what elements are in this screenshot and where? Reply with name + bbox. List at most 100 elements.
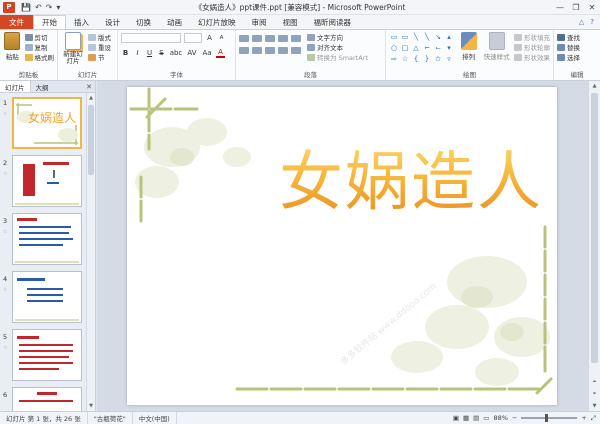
format-painter-button[interactable]: 格式刷 — [24, 52, 54, 62]
font-name-input[interactable] — [121, 33, 181, 43]
shape-fill-button[interactable]: 形状填充 — [514, 32, 550, 42]
connector-shape-icon[interactable]: ⌐ — [422, 43, 432, 53]
tab-view[interactable]: 视图 — [275, 15, 306, 29]
minimize-button[interactable]: — — [552, 0, 568, 14]
zoom-slider-knob[interactable] — [545, 414, 549, 422]
current-slide[interactable]: 女娲造人 多多软件站 www.ddooo.com — [127, 87, 557, 405]
zoom-level[interactable]: 88% — [493, 414, 507, 422]
cut-button[interactable]: 剪切 — [24, 32, 55, 42]
normal-view-icon[interactable]: ▣ — [453, 414, 459, 422]
zoom-in-icon[interactable]: + — [581, 414, 586, 422]
tab-animations[interactable]: 动画 — [159, 15, 190, 29]
reading-view-icon[interactable]: ▤ — [473, 414, 479, 422]
scroll-down-icon[interactable]: ▼ — [87, 401, 95, 411]
strikethrough-button[interactable]: S — [157, 49, 166, 57]
zoom-slider[interactable] — [521, 414, 578, 422]
tab-slideshow[interactable]: 幻灯片放映 — [190, 15, 244, 29]
section-button[interactable]: 节 — [88, 52, 111, 62]
shape-outline-button[interactable]: 形状轮廓 — [514, 42, 550, 52]
tab-slides-pane[interactable]: 幻灯片 — [0, 81, 31, 92]
tab-review[interactable]: 审阅 — [244, 15, 275, 29]
theme-status[interactable]: "古瓶荷花" — [88, 412, 133, 424]
columns-icon[interactable] — [291, 46, 301, 54]
more2-shape-icon[interactable]: ▾ — [444, 43, 454, 53]
tab-file[interactable]: 文件 — [0, 15, 33, 29]
text-direction-button[interactable]: 文字方向 — [307, 32, 368, 42]
slide-sorter-icon[interactable]: ▦ — [463, 414, 469, 422]
close-pane-icon[interactable]: ✕ — [83, 81, 95, 92]
slide-thumbnail[interactable] — [12, 329, 82, 381]
minimize-ribbon-icon[interactable]: △ — [579, 18, 584, 26]
select-button[interactable]: 选择 — [557, 52, 597, 62]
fit-slide-icon[interactable]: ⤢ — [591, 414, 596, 423]
slide-title[interactable]: 女娲造人 — [279, 131, 543, 223]
font-color-button[interactable]: A — [216, 48, 225, 58]
align-center-icon[interactable] — [252, 46, 262, 54]
star-shape-icon[interactable]: ☆ — [400, 54, 410, 64]
close-button[interactable]: ✕ — [584, 0, 600, 14]
char-spacing-button[interactable]: AV — [186, 49, 198, 57]
scroll-up-icon[interactable]: ▲ — [589, 81, 600, 91]
find-button[interactable]: 查找 — [557, 32, 597, 42]
save-icon[interactable]: 💾 — [21, 3, 31, 12]
shrink-font-icon[interactable]: A — [217, 35, 226, 41]
replace-button[interactable]: 替换 — [557, 42, 597, 52]
oval-shape-icon[interactable]: ○ — [389, 43, 399, 53]
help-icon[interactable]: ? — [590, 18, 594, 26]
line-spacing-icon[interactable] — [291, 34, 301, 42]
tab-home[interactable]: 开始 — [33, 15, 66, 29]
grow-font-icon[interactable]: A — [205, 34, 214, 42]
decrease-indent-icon[interactable] — [265, 34, 275, 42]
bullets-icon[interactable] — [239, 34, 249, 42]
powerpoint-app-icon[interactable]: P — [3, 1, 15, 13]
scroll-up-icon[interactable]: ▲ — [87, 93, 95, 103]
scroll-thumb[interactable] — [591, 93, 598, 363]
rectangle-alt-shape-icon[interactable]: ▭ — [400, 32, 410, 42]
change-case-button[interactable]: Aa — [201, 49, 213, 57]
rarrow-shape-icon[interactable]: ⇨ — [389, 54, 399, 64]
brace-shape-icon[interactable]: { — [411, 54, 421, 64]
slide-thumbnail[interactable] — [12, 271, 82, 323]
line2-shape-icon[interactable]: ╲ — [422, 32, 432, 42]
new-slide-button[interactable]: 新建幻灯片 — [61, 32, 85, 65]
next-slide-icon[interactable]: ⏷ — [589, 389, 600, 399]
star2-shape-icon[interactable]: ✩ — [433, 54, 443, 64]
shapes-gallery[interactable]: ▭ ▭ ╲ ╲ ↘ ▴ ○ □ △ ⌐ ⌙ ▾ ⇨ ☆ { } ✩ ▿ — [389, 32, 454, 64]
copy-button[interactable]: 复制 — [24, 42, 55, 52]
arrow-shape-icon[interactable]: ↘ — [433, 32, 443, 42]
arrange-button[interactable]: 排列 — [458, 32, 479, 64]
layout-button[interactable]: 版式 — [88, 32, 111, 42]
slide-thumbnail[interactable] — [12, 213, 82, 265]
undo-icon[interactable]: ↶ — [35, 3, 42, 12]
gallery-more-icon[interactable]: ▿ — [444, 54, 454, 64]
rectangle-shape-icon[interactable]: ▭ — [389, 32, 399, 42]
align-right-icon[interactable] — [265, 46, 275, 54]
brace2-shape-icon[interactable]: } — [422, 54, 432, 64]
tab-foxit[interactable]: 福昕阅读器 — [306, 15, 360, 29]
align-left-icon[interactable] — [239, 46, 249, 54]
convert-smartart-button[interactable]: 转换为 SmartArt — [307, 52, 368, 62]
font-size-input[interactable] — [184, 33, 202, 43]
shape-effects-button[interactable]: 形状效果 — [514, 52, 550, 62]
scroll-thumb[interactable] — [88, 105, 94, 175]
language-status[interactable]: 中文(中国) — [133, 412, 177, 424]
shadow-button[interactable]: abc — [169, 49, 183, 57]
more-shape-icon[interactable]: ▴ — [444, 32, 454, 42]
bold-button[interactable]: B — [121, 49, 130, 57]
tab-design[interactable]: 设计 — [97, 15, 128, 29]
underline-button[interactable]: U — [145, 49, 154, 57]
maximize-button[interactable]: ❐ — [568, 0, 584, 14]
tab-insert[interactable]: 插入 — [66, 15, 97, 29]
slide-thumbnail[interactable]: 女娲造人 — [12, 97, 82, 149]
tab-transitions[interactable]: 切换 — [128, 15, 159, 29]
italic-button[interactable]: I — [133, 49, 142, 57]
redo-icon[interactable]: ↷ — [46, 3, 53, 12]
paste-button[interactable]: 粘贴 — [3, 32, 22, 62]
slide-thumbnail[interactable] — [12, 155, 82, 207]
numbering-icon[interactable] — [252, 34, 262, 42]
reset-button[interactable]: 重设 — [88, 42, 111, 52]
tab-outline-pane[interactable]: 大纲 — [31, 81, 54, 92]
quick-styles-button[interactable]: 快速样式 — [483, 32, 510, 64]
bent-shape-icon[interactable]: ⌙ — [433, 43, 443, 53]
zoom-out-icon[interactable]: − — [512, 414, 517, 422]
